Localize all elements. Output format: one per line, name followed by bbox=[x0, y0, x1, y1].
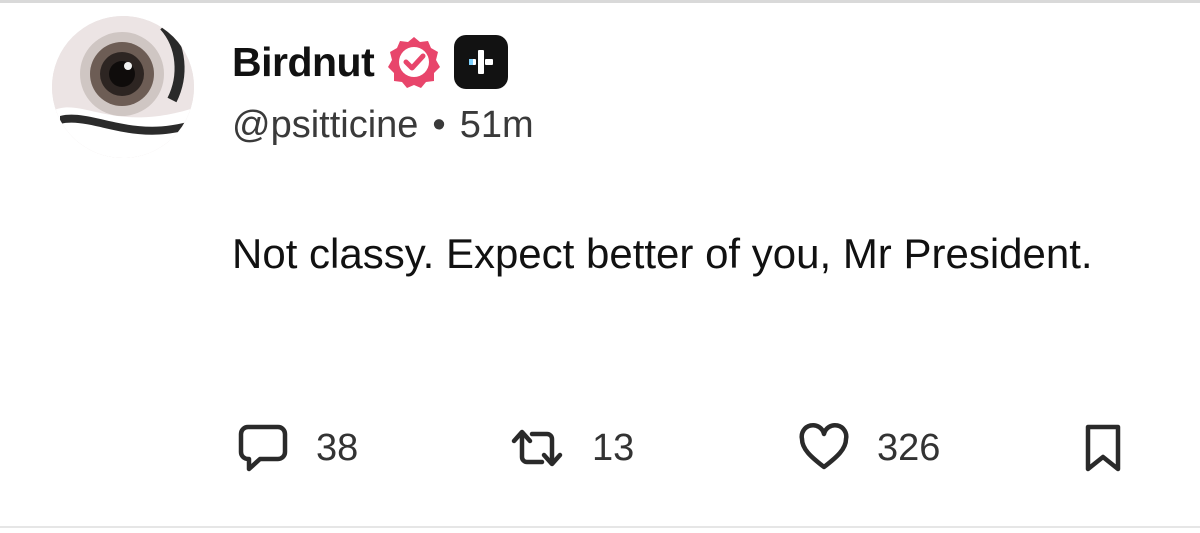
author-handle[interactable]: @psitticine bbox=[232, 104, 418, 147]
repost-count: 13 bbox=[592, 426, 635, 469]
repost-icon bbox=[511, 429, 563, 467]
like-button[interactable]: 326 bbox=[797, 418, 940, 478]
heart-icon bbox=[799, 423, 849, 470]
action-bar: 38 13 326 bbox=[0, 418, 1200, 478]
bookmark-button[interactable] bbox=[1080, 418, 1126, 478]
plus-badge-icon bbox=[454, 35, 509, 89]
reply-button[interactable]: 38 bbox=[236, 418, 358, 478]
repost-button[interactable]: 13 bbox=[508, 418, 634, 478]
post-timestamp[interactable]: 51m bbox=[460, 104, 534, 147]
author-meta: @psitticine • 51m bbox=[232, 104, 534, 147]
avatar-photo-icon bbox=[52, 16, 194, 158]
top-divider bbox=[0, 0, 1200, 3]
bookmark-icon bbox=[1085, 424, 1121, 472]
bottom-divider bbox=[0, 526, 1200, 528]
like-count: 326 bbox=[877, 426, 941, 469]
avatar[interactable] bbox=[52, 16, 194, 158]
verified-icon bbox=[388, 37, 441, 88]
reply-icon bbox=[238, 424, 288, 472]
reply-count: 38 bbox=[316, 426, 359, 469]
author-name-row: Birdnut bbox=[232, 34, 509, 90]
author-display-name[interactable]: Birdnut bbox=[232, 39, 375, 86]
meta-separator: • bbox=[432, 104, 446, 146]
post-body: Not classy. Expect better of you, Mr Pre… bbox=[232, 230, 1093, 277]
